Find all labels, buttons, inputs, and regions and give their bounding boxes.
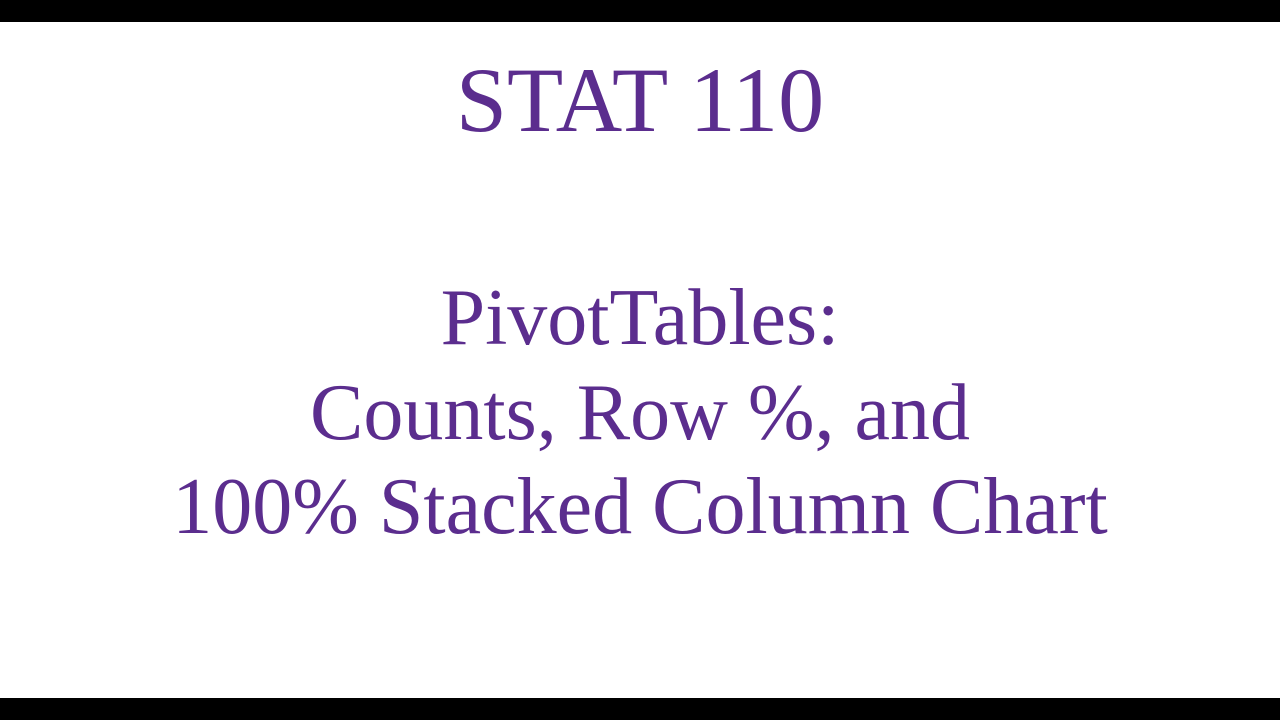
title-slide: STAT 110 PivotTables: Counts, Row %, and… (0, 22, 1280, 698)
course-title: STAT 110 (456, 50, 824, 151)
subtitle-line-1: PivotTables: (172, 271, 1107, 365)
subtitle-line-2: Counts, Row %, and (172, 366, 1107, 460)
topic-subtitle: PivotTables: Counts, Row %, and 100% Sta… (172, 271, 1107, 554)
subtitle-line-3: 100% Stacked Column Chart (172, 460, 1107, 554)
